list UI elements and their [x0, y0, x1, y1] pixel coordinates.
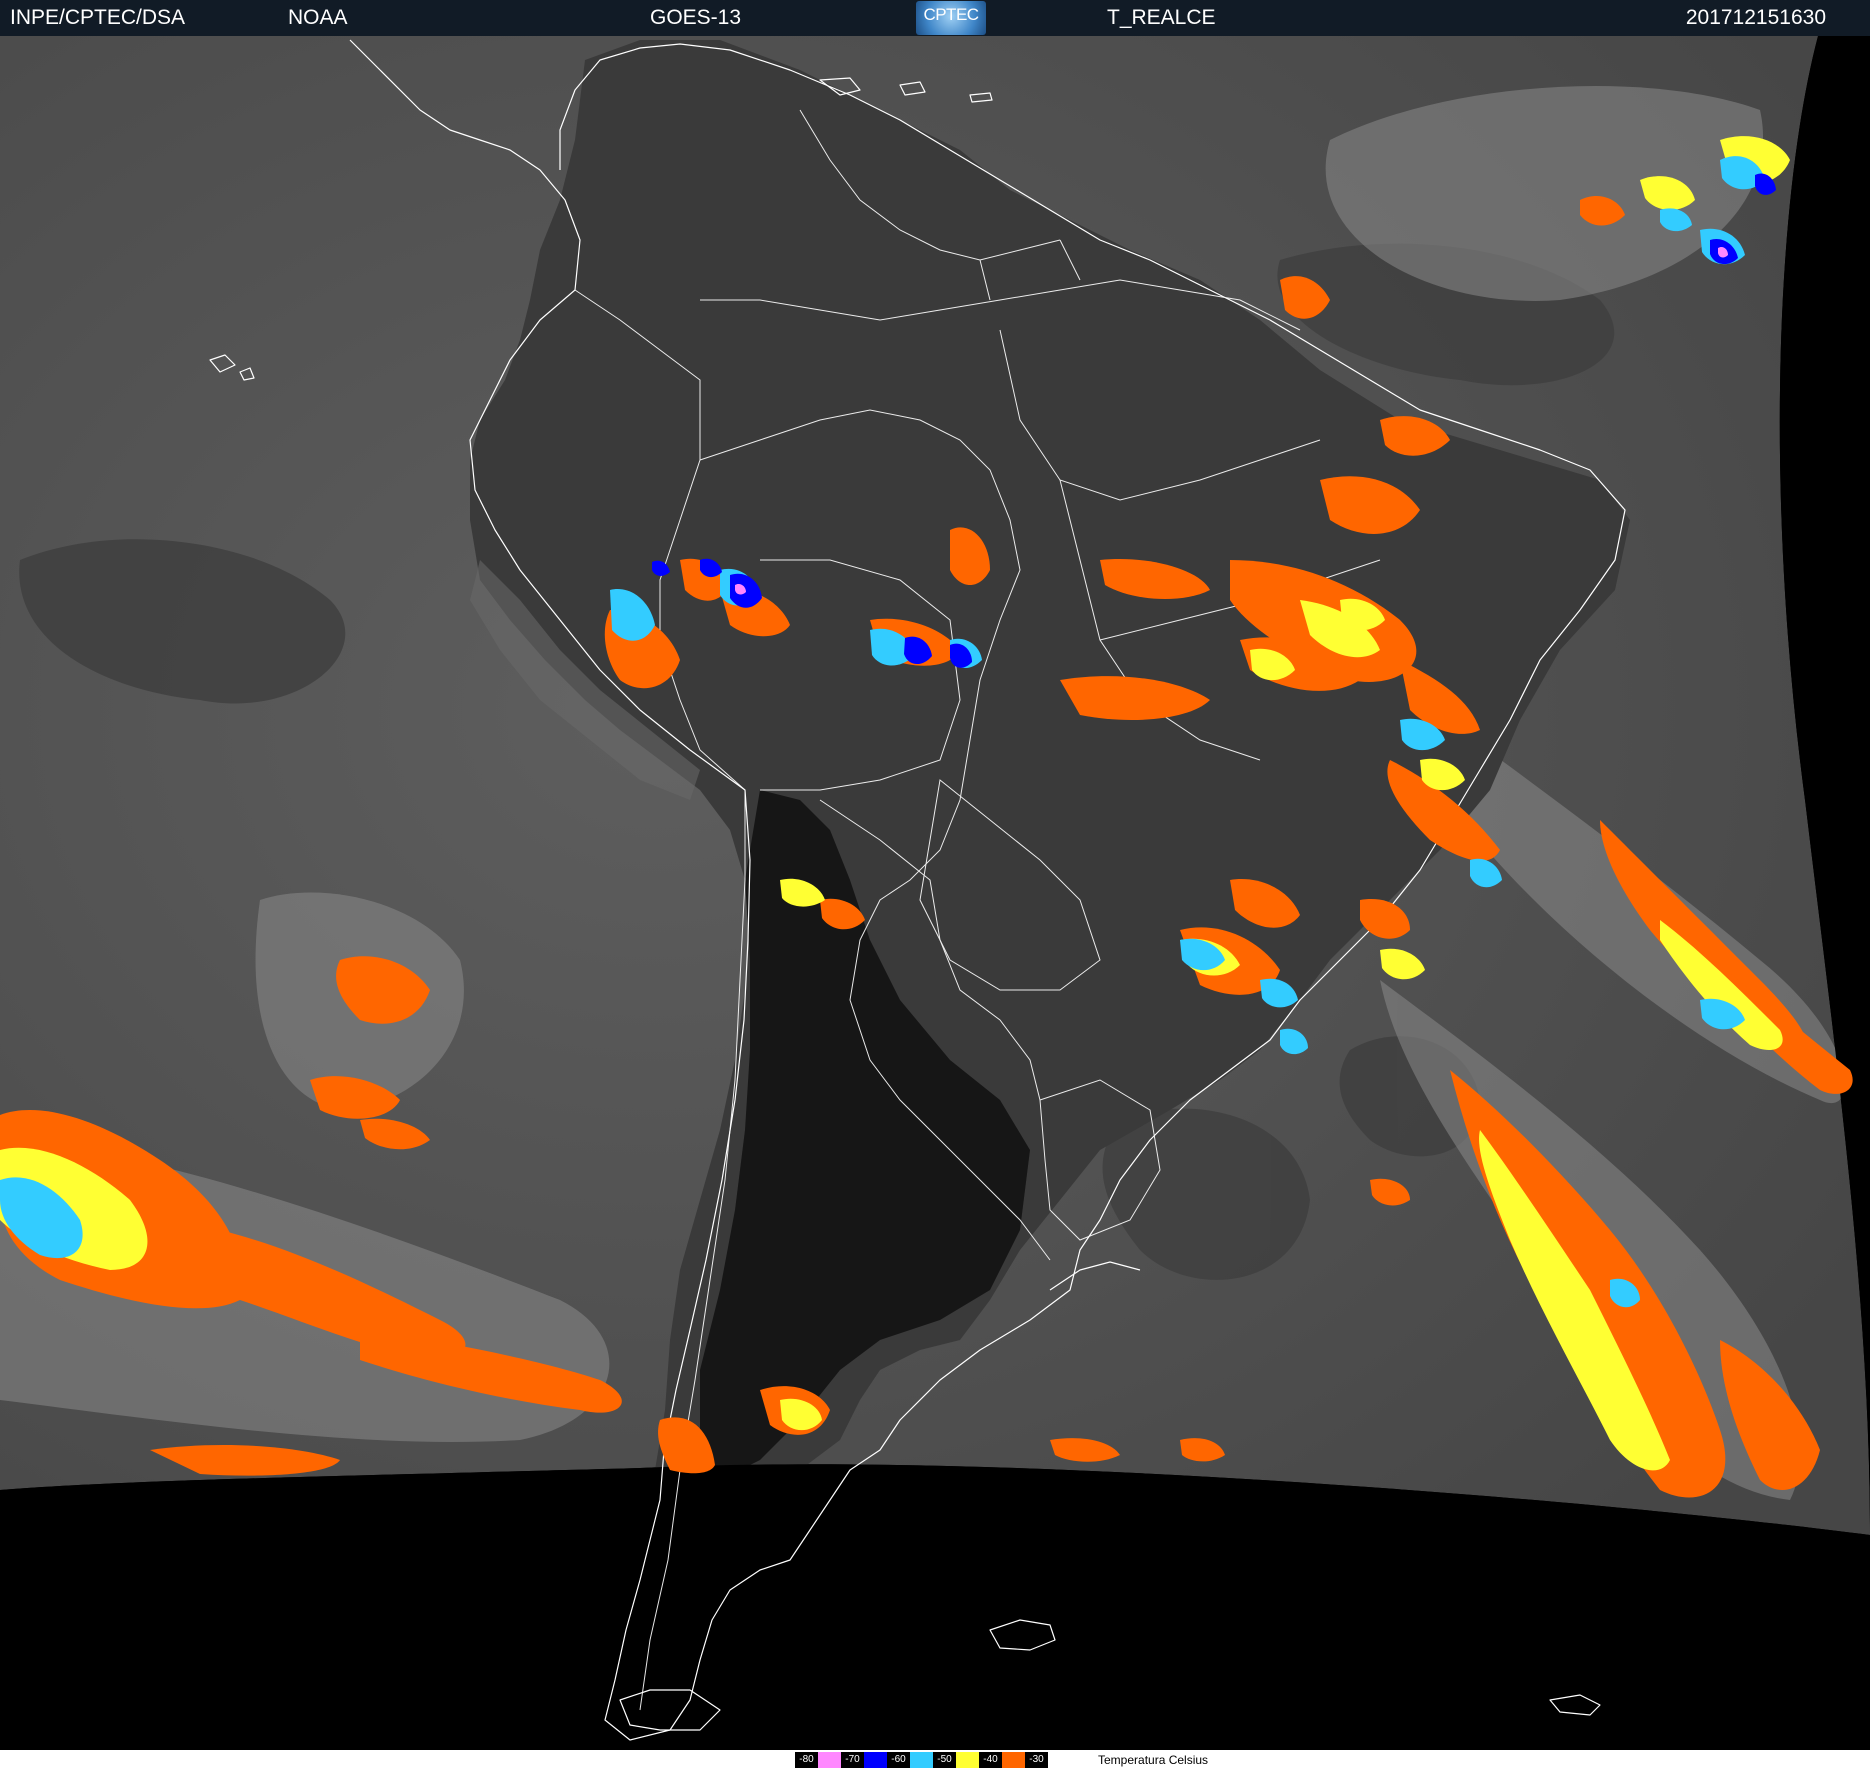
timestamp-label: 201712151630	[1685, 6, 1826, 29]
source-label: INPE/CPTEC/DSA	[10, 6, 186, 29]
legend-unit-label: Temperatura Celsius	[1098, 1753, 1209, 1767]
product-label: T_REALCE	[1107, 6, 1216, 29]
legend-swatch-minus60	[910, 1752, 933, 1768]
legend-label-minus80: -80	[795, 1752, 818, 1768]
satellite-image-svg	[0, 36, 1870, 1750]
legend-label-minus60: -60	[887, 1752, 910, 1768]
cptec-logo-text: CPTEC	[923, 5, 979, 24]
legend-label-minus70: -70	[841, 1752, 864, 1768]
legend-label-minus40: -40	[979, 1752, 1002, 1768]
legend-label-minus30: -30	[1025, 1752, 1048, 1768]
cptec-logo: CPTEC	[916, 1, 986, 35]
satellite-image	[0, 36, 1870, 1750]
legend-swatch-minus40	[1002, 1752, 1025, 1768]
space-south	[0, 1464, 1870, 1750]
legend-swatch-minus30	[1048, 1752, 1071, 1768]
satellite-label: GOES-13	[650, 6, 742, 29]
legend-swatch-minus80	[818, 1752, 841, 1768]
legend-swatch-minus70	[864, 1752, 887, 1768]
agency-label: NOAA	[288, 6, 348, 29]
legend-label-minus50: -50	[933, 1752, 956, 1768]
legend-swatch-minus50	[956, 1752, 979, 1768]
header-bar: INPE/CPTEC/DSA NOAA GOES-13 CPTEC T_REAL…	[0, 0, 1870, 36]
